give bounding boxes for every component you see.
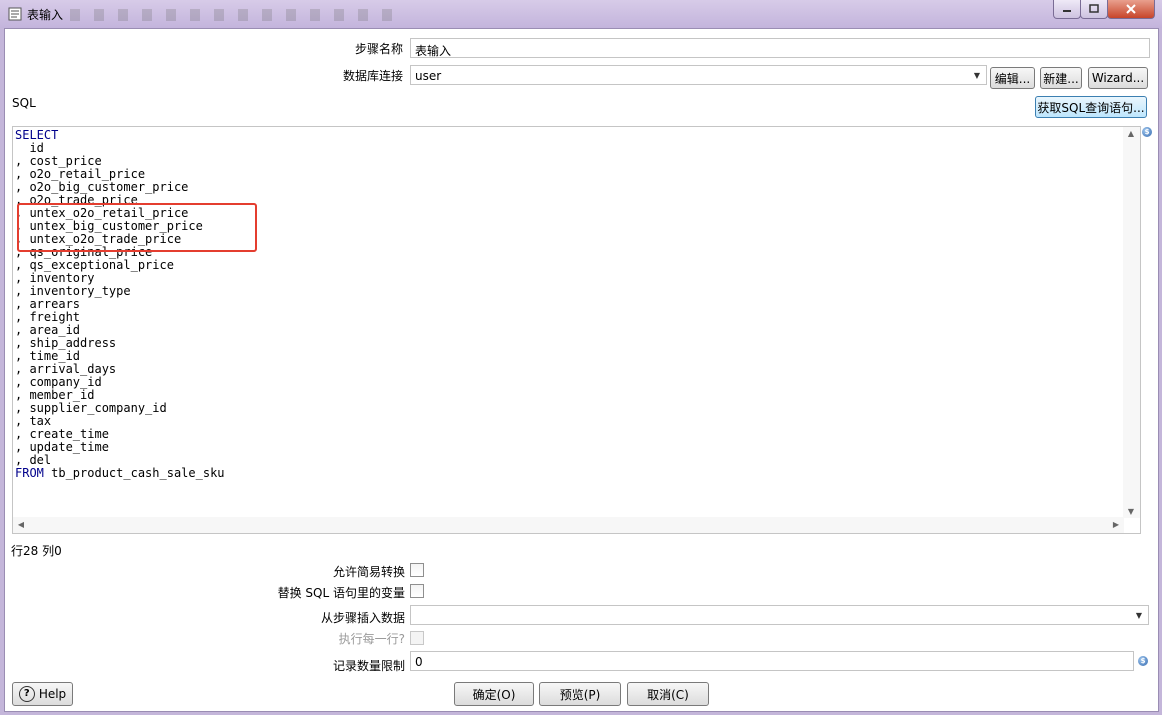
scroll-left-icon[interactable]: ◀	[13, 520, 29, 529]
scroll-up-icon[interactable]: ▲	[1123, 129, 1139, 138]
limit-input[interactable]: 0	[410, 651, 1134, 671]
close-button[interactable]	[1107, 0, 1155, 19]
lazy-conversion-checkbox[interactable]	[410, 563, 424, 577]
sql-code[interactable]: SELECT id, cost_price, o2o_retail_price,…	[15, 129, 225, 480]
sql-line: SELECT	[15, 128, 59, 142]
ok-button[interactable]: 确定(O)	[454, 682, 534, 706]
insert-from-step-label: 从步骤插入数据	[320, 611, 405, 625]
horizontal-scrollbar[interactable]: ◀ ▶	[13, 517, 1124, 533]
sql-editor[interactable]: SELECT id, cost_price, o2o_retail_price,…	[12, 126, 1141, 534]
background-toolbar-ghost	[70, 9, 400, 21]
preview-button[interactable]: 预览(P)	[539, 682, 621, 706]
minimize-icon	[1063, 10, 1071, 12]
db-connection-value: user	[415, 69, 442, 83]
dialog-client-area: 步骤名称 表输入 数据库连接 user ▼ 编辑... 新建... Wizard…	[4, 28, 1159, 712]
chevron-down-icon[interactable]: ▼	[969, 67, 985, 83]
db-connection-select[interactable]: user ▼	[410, 65, 987, 85]
sql-label: SQL	[12, 96, 36, 110]
title-bar: 表输入	[0, 0, 1162, 28]
chevron-down-icon[interactable]: ▼	[1131, 607, 1147, 623]
replace-variables-label: 替换 SQL 语句里的变量	[277, 586, 405, 600]
lazy-conversion-label: 允许简易转换	[332, 565, 405, 579]
table-input-icon	[8, 7, 22, 21]
dollar-icon: $	[1142, 127, 1152, 137]
maximize-icon	[1089, 4, 1099, 13]
minimize-button[interactable]	[1053, 0, 1081, 19]
sql-line: FROM tb_product_cash_sale_sku	[15, 466, 225, 480]
new-connection-button[interactable]: 新建...	[1040, 67, 1082, 89]
edit-connection-button[interactable]: 编辑...	[990, 67, 1035, 89]
wizard-button[interactable]: Wizard...	[1088, 67, 1148, 89]
scroll-right-icon[interactable]: ▶	[1108, 520, 1124, 529]
step-name-label: 步骤名称	[354, 42, 403, 56]
step-name-input[interactable]: 表输入	[410, 38, 1150, 58]
scroll-down-icon[interactable]: ▼	[1123, 507, 1139, 516]
highlight-box	[17, 203, 257, 252]
limit-label: 记录数量限制	[332, 659, 405, 673]
cursor-position-status: 行28 列0	[11, 544, 62, 558]
execute-each-row-label: 执行每一行?	[338, 632, 405, 646]
cancel-button[interactable]: 取消(C)	[627, 682, 709, 706]
replace-variables-checkbox[interactable]	[410, 584, 424, 598]
help-button[interactable]: ? Help	[12, 682, 73, 706]
close-icon	[1126, 4, 1136, 14]
help-button-label: Help	[38, 687, 67, 701]
window-title: 表输入	[27, 8, 64, 22]
vertical-scrollbar[interactable]: ▲ ▼	[1123, 127, 1140, 518]
help-icon: ?	[18, 686, 35, 702]
execute-each-row-checkbox[interactable]	[410, 631, 424, 645]
maximize-button[interactable]	[1080, 0, 1108, 19]
get-sql-button[interactable]: 获取SQL查询语句...	[1035, 96, 1147, 118]
insert-from-step-select[interactable]: ▼	[410, 605, 1149, 625]
dollar-icon: $	[1138, 656, 1148, 666]
db-connection-label: 数据库连接	[342, 69, 403, 83]
